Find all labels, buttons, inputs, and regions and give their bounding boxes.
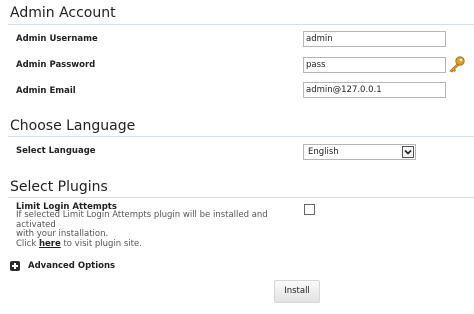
language-select[interactable]: English: [303, 144, 416, 160]
admin-password-label: Admin Password: [16, 60, 96, 70]
plugin-after-link-text: to visit plugin site.: [60, 238, 142, 249]
section-title-select-plugins: Select Plugins: [10, 179, 108, 195]
plugin-site-line: Click here to visit plugin site.: [16, 238, 296, 250]
section-divider: [8, 197, 474, 198]
admin-email-input[interactable]: [303, 82, 446, 98]
advanced-options-toggle[interactable]: Advanced Options: [28, 260, 115, 272]
admin-username-label: Admin Username: [16, 34, 98, 44]
plus-icon[interactable]: [10, 261, 20, 271]
chevron-down-icon[interactable]: [402, 146, 414, 158]
limit-login-attempts-checkbox[interactable]: [304, 204, 315, 215]
plugin-site-link[interactable]: here: [39, 239, 61, 249]
plugin-click-text: Click: [16, 238, 39, 249]
admin-username-input[interactable]: [303, 31, 446, 47]
admin-email-label: Admin Email: [16, 86, 76, 96]
key-icon[interactable]: [448, 55, 466, 73]
language-select-value: English: [308, 147, 339, 157]
plugin-description: If selected Limit Login Attempts plugin …: [16, 210, 296, 250]
section-title-choose-language: Choose Language: [10, 118, 136, 134]
select-language-label: Select Language: [16, 146, 96, 156]
section-title-admin-account: Admin Account: [10, 5, 116, 21]
admin-password-input[interactable]: [303, 57, 446, 73]
section-divider: [8, 136, 474, 137]
plugin-description-line: If selected Limit Login Attempts plugin …: [16, 210, 268, 230]
install-button[interactable]: Install: [274, 280, 320, 303]
section-divider: [8, 24, 474, 25]
